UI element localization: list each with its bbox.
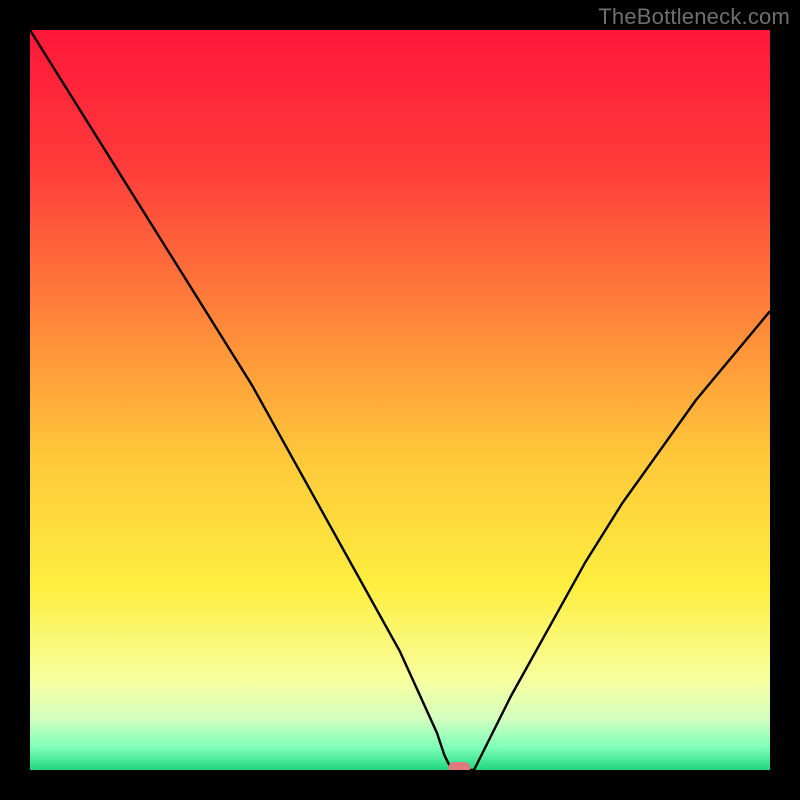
bottleneck-plot bbox=[30, 30, 770, 770]
gradient-background bbox=[30, 30, 770, 770]
chart-frame: TheBottleneck.com bbox=[0, 0, 800, 800]
optimal-marker bbox=[448, 762, 470, 770]
watermark-text: TheBottleneck.com bbox=[598, 4, 790, 30]
